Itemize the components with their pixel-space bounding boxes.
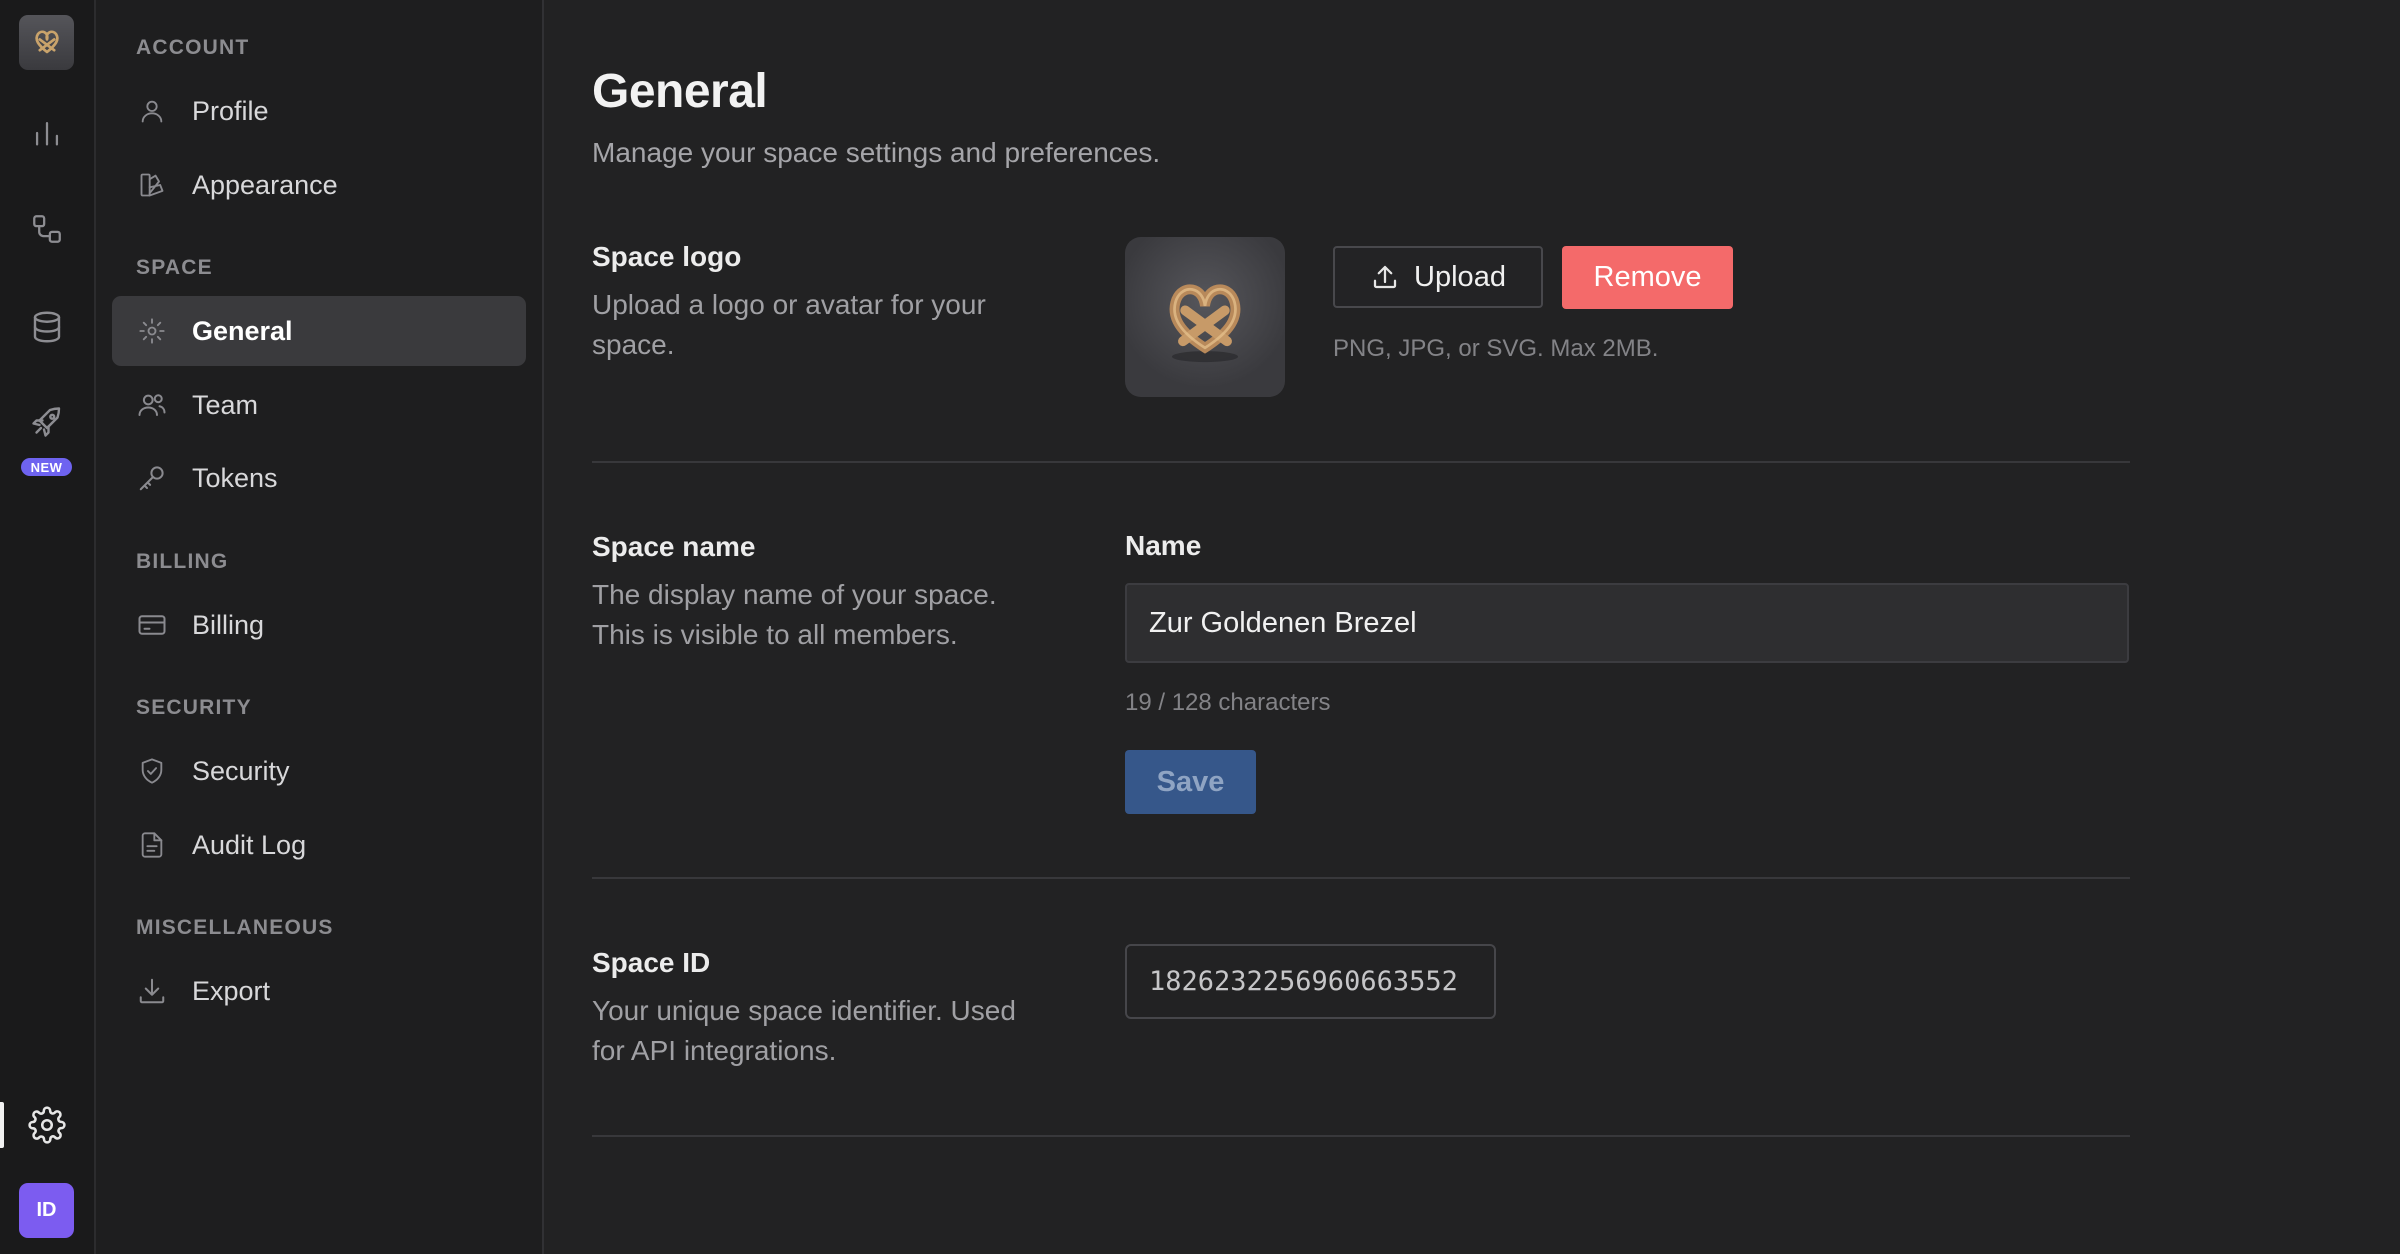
key-icon xyxy=(134,460,170,496)
sidebar-item-audit-log[interactable]: Audit Log xyxy=(112,810,526,880)
sidebar-item-label: Tokens xyxy=(192,462,278,493)
pretzel-icon xyxy=(34,29,59,53)
character-count: 19 / 128 characters xyxy=(1125,689,1331,716)
new-badge: NEW xyxy=(21,458,72,476)
shield-icon xyxy=(134,753,170,789)
space-name-title: Space name xyxy=(592,531,756,562)
sidebar-item-tokens[interactable]: Tokens xyxy=(112,443,526,513)
sidebar-item-label: General xyxy=(192,315,293,346)
main-content: General Manage your space settings and p… xyxy=(544,0,2400,1254)
name-field-label: Name xyxy=(1125,530,1202,561)
space-id-value[interactable]: 1826232256960663552 xyxy=(1125,944,1496,1019)
page-title: General xyxy=(592,65,768,118)
sidebar-item-label: Profile xyxy=(192,95,269,126)
page-subtitle: Manage your space settings and preferenc… xyxy=(592,137,1161,168)
sidebar-item-billing[interactable]: Billing xyxy=(112,590,526,660)
palette-icon xyxy=(134,167,170,203)
analytics-icon xyxy=(35,121,59,146)
nav-section-miscellaneous: MISCELLANEOUS xyxy=(136,916,334,939)
sidebar-item-appearance[interactable]: Appearance xyxy=(112,150,526,220)
space-id-description: Your unique space identifier. Used for A… xyxy=(592,995,1016,1066)
space-name-input[interactable] xyxy=(1125,583,2129,663)
nav-section-security: SECURITY xyxy=(136,696,252,719)
users-icon xyxy=(134,387,170,423)
sidebar-item-label: Security xyxy=(192,755,290,786)
remove-button[interactable]: Remove xyxy=(1562,246,1733,309)
logo-format-hint: PNG, JPG, or SVG. Max 2MB. xyxy=(1333,335,1659,362)
sidebar-item-profile[interactable]: Profile xyxy=(112,76,526,146)
space-id-title: Space ID xyxy=(592,947,711,978)
integrations-nav[interactable] xyxy=(0,212,94,246)
section-divider xyxy=(592,1135,2130,1137)
sidebar-item-general[interactable]: General xyxy=(112,296,526,366)
user-icon xyxy=(134,93,170,129)
nav-section-billing: BILLING xyxy=(136,550,229,573)
document-icon xyxy=(134,827,170,863)
space-logo-preview xyxy=(1125,237,1285,397)
sidebar-item-team[interactable]: Team xyxy=(112,370,526,440)
save-button[interactable]: Save xyxy=(1125,750,1256,814)
icon-rail: NEW ID xyxy=(0,0,96,1254)
section-divider xyxy=(592,461,2130,463)
database-icon xyxy=(33,311,61,343)
settings-nav[interactable] xyxy=(0,1106,94,1144)
sidebar-item-label: Export xyxy=(192,975,271,1006)
user-avatar[interactable]: ID xyxy=(19,1183,74,1238)
nav-section-space: SPACE xyxy=(136,256,213,279)
sidebar-item-label: Team xyxy=(192,389,259,420)
gear-icon xyxy=(134,313,170,349)
space-logo-description: Upload a logo or avatar for your space. xyxy=(592,289,986,360)
database-nav[interactable] xyxy=(0,309,94,345)
sidebar-item-export[interactable]: Export xyxy=(112,956,526,1026)
section-divider xyxy=(592,877,2130,879)
settings-sidebar: ACCOUNT Profile Appearance SPACE General… xyxy=(96,0,544,1254)
sidebar-item-label: Appearance xyxy=(192,169,338,200)
credit-card-icon xyxy=(134,607,170,643)
launch-nav[interactable] xyxy=(0,404,94,440)
rocket-icon xyxy=(32,407,61,437)
upload-button[interactable]: Upload xyxy=(1333,246,1543,308)
sidebar-item-label: Audit Log xyxy=(192,829,307,860)
download-icon xyxy=(134,973,170,1009)
upload-icon xyxy=(1373,265,1397,289)
integrations-icon xyxy=(33,215,61,243)
upload-button-label: Upload xyxy=(1414,260,1506,293)
space-name-description: The display name of your space. This is … xyxy=(592,579,997,650)
settings-icon xyxy=(28,1106,66,1144)
space-logo-title: Space logo xyxy=(592,241,742,272)
sidebar-item-label: Billing xyxy=(192,609,265,640)
nav-section-account: ACCOUNT xyxy=(136,36,250,59)
space-logo-button[interactable] xyxy=(19,15,74,70)
analytics-nav[interactable] xyxy=(0,116,94,150)
sidebar-item-security[interactable]: Security xyxy=(112,736,526,806)
pretzel-logo-image xyxy=(1169,284,1241,363)
